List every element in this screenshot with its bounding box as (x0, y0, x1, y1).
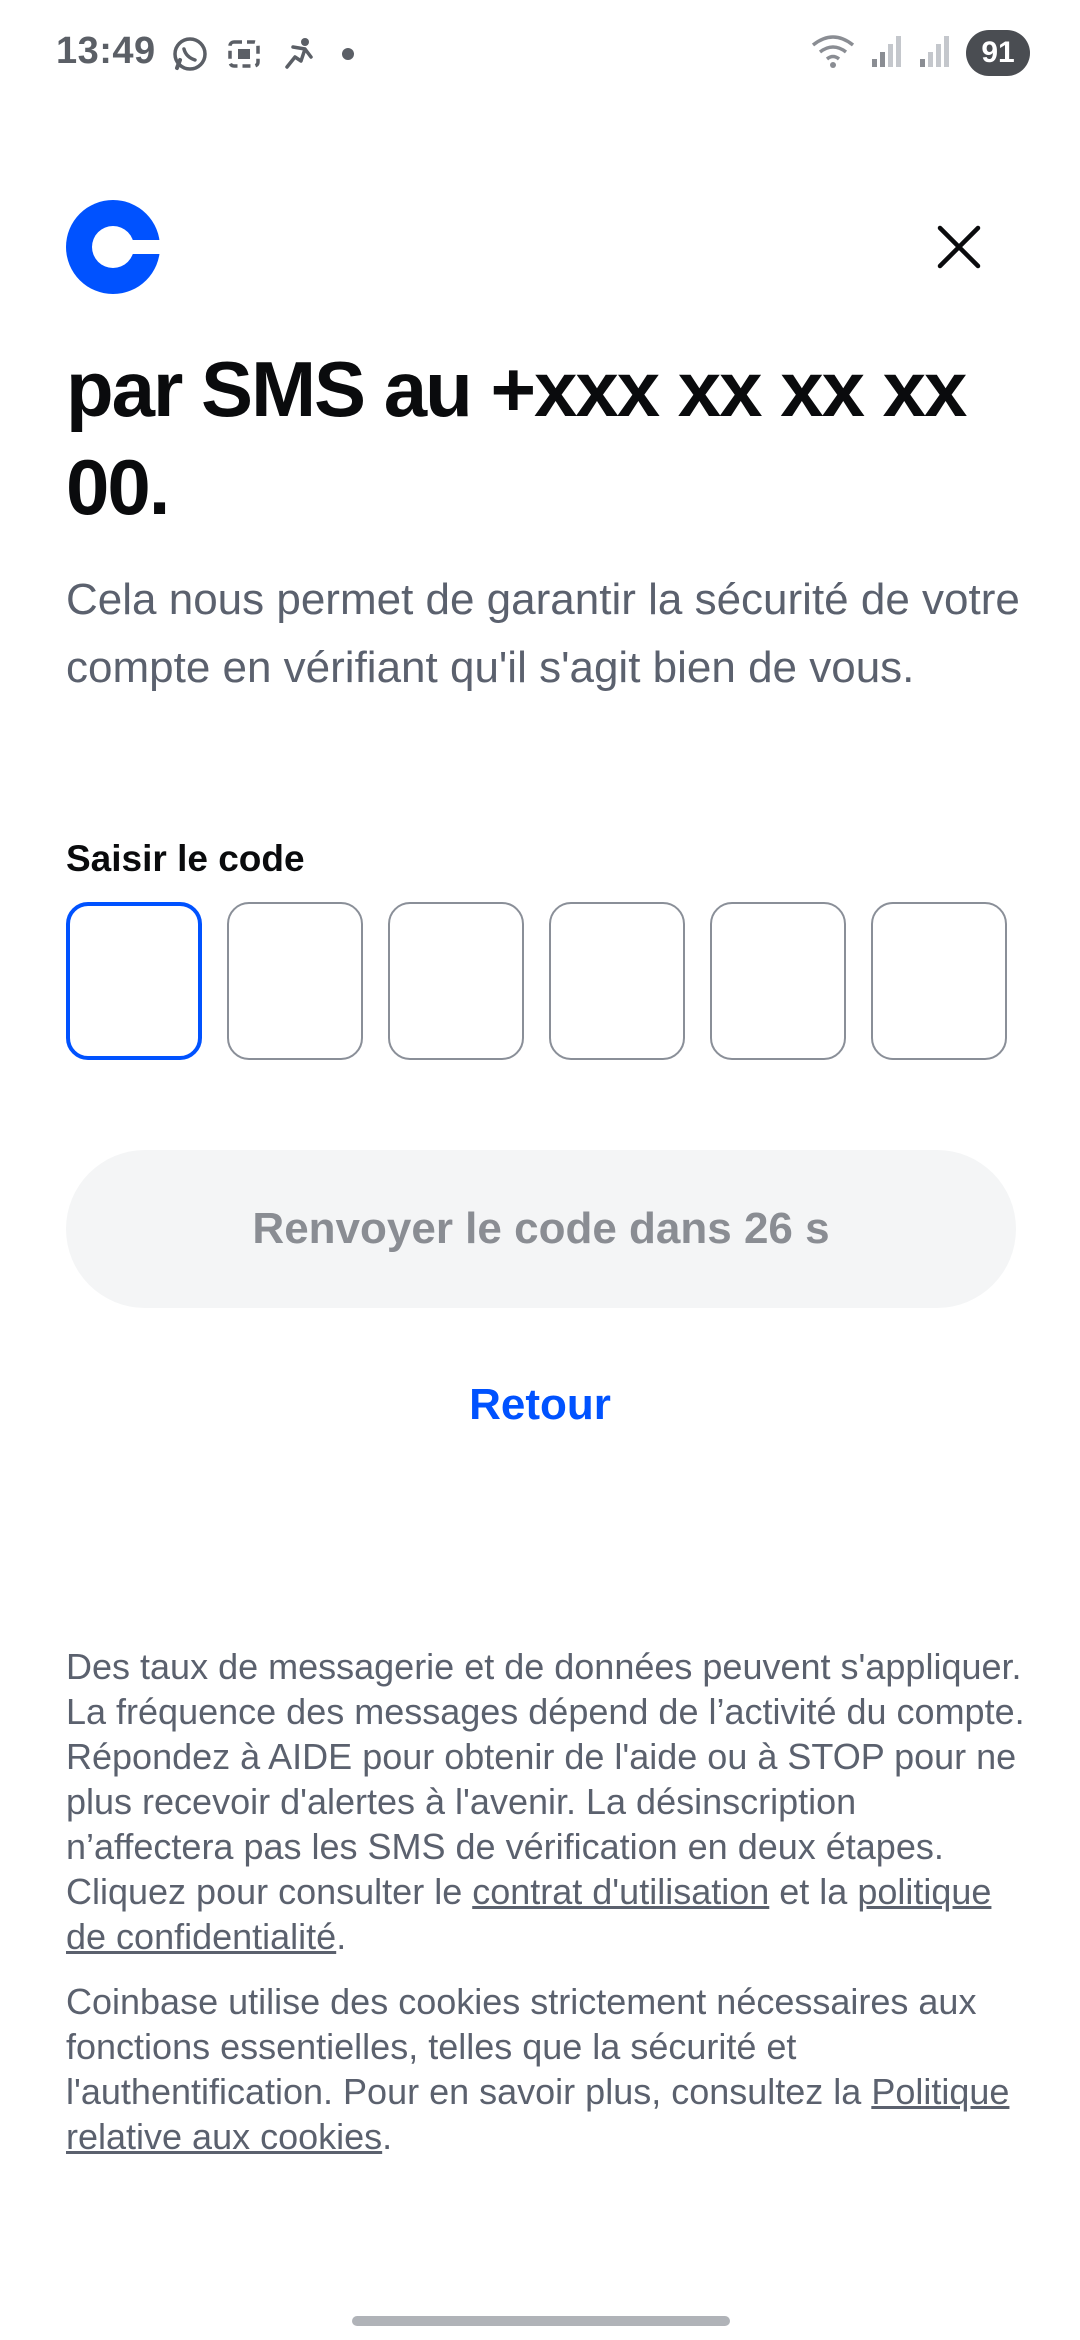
battery-icon: 91 (966, 30, 1030, 76)
close-button[interactable] (924, 212, 994, 282)
code-digit-3[interactable] (388, 902, 524, 1060)
legal-paragraph-cookies: Coinbase utilise des cookies strictement… (66, 1979, 1026, 2159)
close-icon (937, 225, 981, 269)
legal-text-cookies: Coinbase utilise des cookies strictement… (66, 1981, 977, 2112)
legal-text-period-2: . (382, 2116, 393, 2157)
legal-text-and: et la (769, 1871, 858, 1912)
code-digit-1[interactable] (66, 902, 202, 1060)
legal-text: Des taux de messagerie et de données peu… (66, 1644, 1026, 2159)
user-agreement-link[interactable]: contrat d'utilisation (472, 1871, 769, 1912)
wifi-icon (810, 31, 856, 76)
code-digit-2[interactable] (227, 902, 363, 1060)
signal-icon (870, 33, 904, 74)
home-indicator[interactable] (352, 2316, 730, 2326)
code-label: Saisir le code (66, 838, 305, 879)
whatsapp-icon (170, 34, 210, 74)
signal-icon-2 (918, 33, 952, 74)
status-bar: 13:49 91 (0, 0, 1080, 110)
legal-paragraph-sms: Des taux de messagerie et de données peu… (66, 1644, 1026, 1959)
legal-text-period: . (336, 1916, 347, 1957)
status-icons-right: 91 (810, 30, 1030, 76)
screenshot-icon (224, 34, 264, 74)
code-input-group (66, 902, 1007, 1060)
back-link[interactable]: Retour (0, 1380, 1080, 1430)
activity-icon (278, 34, 318, 74)
status-time: 13:49 (56, 30, 156, 72)
coinbase-logo (66, 200, 162, 294)
notification-dot-icon (342, 48, 354, 60)
page-title: par SMS au +xxx xx xx xx 00. (66, 345, 967, 531)
code-digit-4[interactable] (549, 902, 685, 1060)
code-digit-5[interactable] (710, 902, 846, 1060)
code-digit-6[interactable] (871, 902, 1007, 1060)
status-icons-left (170, 34, 354, 74)
page-subtitle: Cela nous permet de garantir la sécurité… (66, 575, 1020, 692)
resend-code-button[interactable]: Renvoyer le code dans 26 s (66, 1150, 1016, 1308)
